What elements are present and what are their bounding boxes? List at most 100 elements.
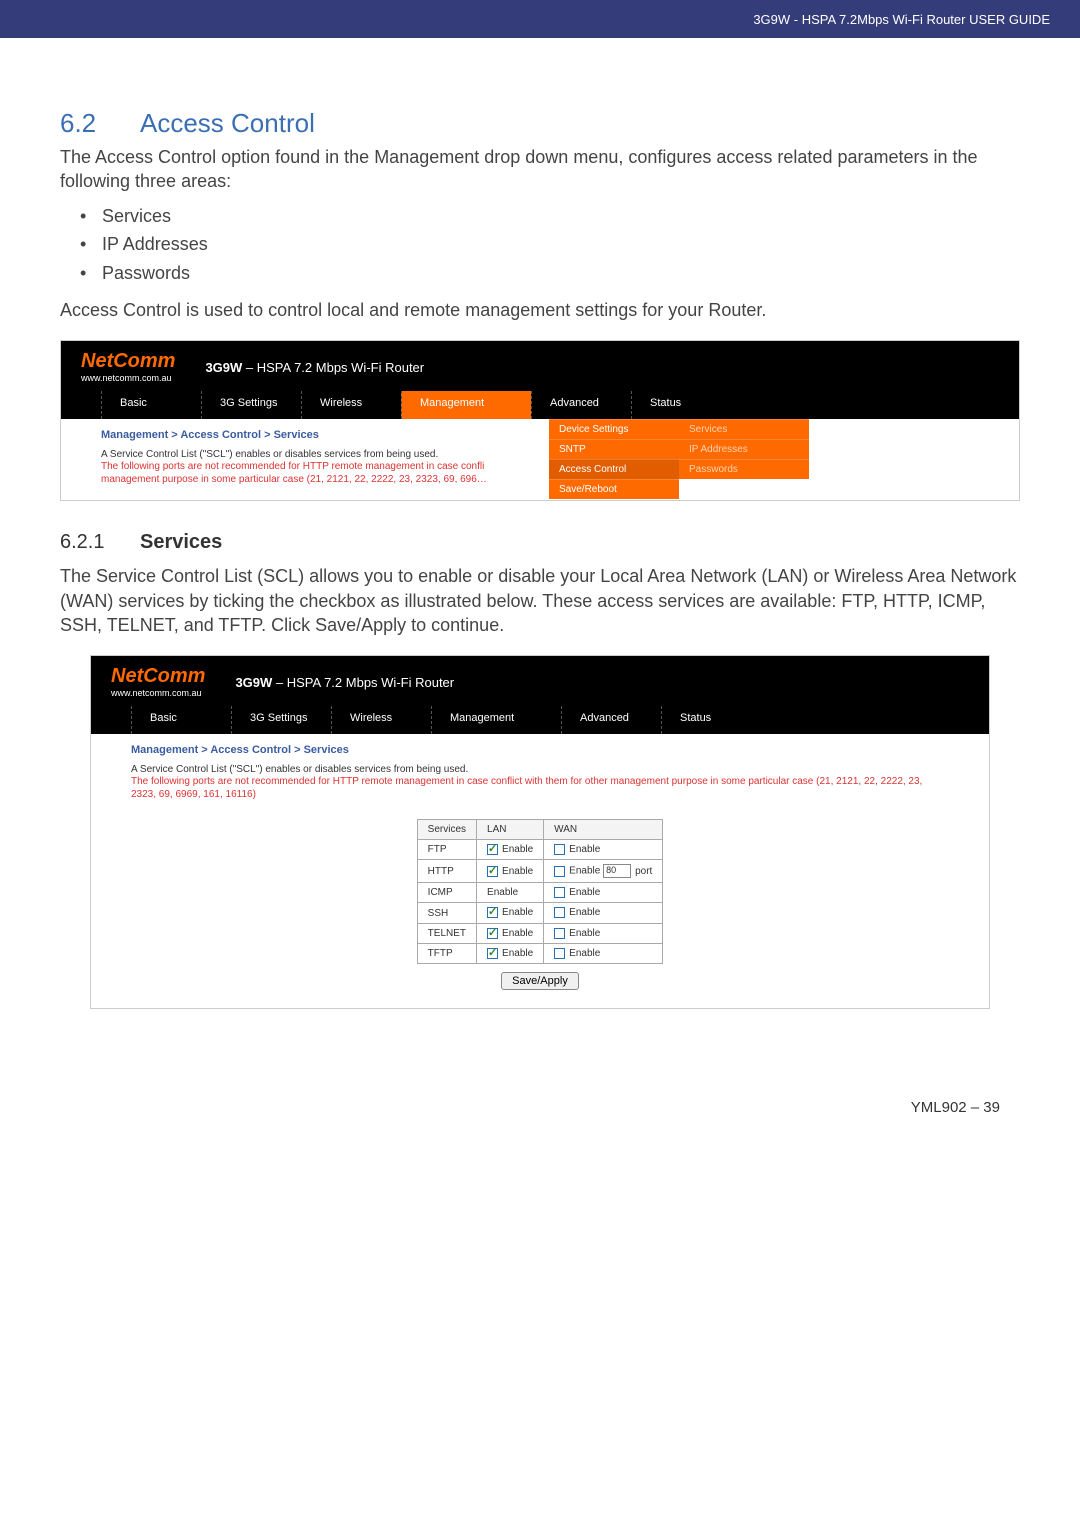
nav-wireless[interactable]: Wireless xyxy=(331,706,431,734)
router-title: 3G9W – HSPA 7.2 Mbps Wi-Fi Router xyxy=(235,675,454,690)
lan-label: Enable xyxy=(502,948,533,959)
table-row: ICMPEnableEnable xyxy=(417,883,663,903)
subsection-heading: 6.2.1Services xyxy=(60,531,1020,554)
lan-checkbox[interactable] xyxy=(487,907,498,918)
bullet-item: Passwords xyxy=(80,259,1020,288)
nav-management[interactable]: Management xyxy=(401,391,531,419)
scl-warning-line2: management purpose in some particular ca… xyxy=(101,473,979,486)
breadcrumb: Management > Access Control > Services xyxy=(101,429,979,441)
service-name: TELNET xyxy=(417,923,476,943)
lan-cell: Enable xyxy=(477,943,544,963)
service-name: HTTP xyxy=(417,860,476,883)
wan-label: Enable xyxy=(569,866,600,877)
lan-checkbox[interactable] xyxy=(487,928,498,939)
dd-services[interactable]: Services xyxy=(679,419,809,439)
wan-cell: Enable 80 port xyxy=(544,860,663,883)
wan-cell: Enable xyxy=(544,923,663,943)
scl-warning: The following ports are not recommended … xyxy=(101,460,979,473)
col-services: Services xyxy=(417,820,476,840)
table-row: FTP Enable Enable xyxy=(417,840,663,860)
wan-checkbox[interactable] xyxy=(554,948,565,959)
router-title: 3G9W – HSPA 7.2 Mbps Wi-Fi Router xyxy=(205,360,424,375)
netcomm-logo: NetComm xyxy=(81,351,175,371)
nav-status[interactable]: Status xyxy=(661,706,761,734)
wan-checkbox[interactable] xyxy=(554,866,565,877)
section-heading: 6.2Access Control xyxy=(60,108,1020,139)
wan-cell: Enable xyxy=(544,883,663,903)
subsection-number: 6.2.1 xyxy=(60,531,140,554)
logo-subtext: www.netcomm.com.au xyxy=(81,373,175,383)
lan-cell: Enable xyxy=(477,903,544,923)
section-intro: The Access Control option found in the M… xyxy=(60,145,1020,194)
nav-status[interactable]: Status xyxy=(631,391,731,419)
wan-checkbox[interactable] xyxy=(554,928,565,939)
guide-header: 3G9W - HSPA 7.2Mbps Wi-Fi Router USER GU… xyxy=(0,0,1080,38)
lan-checkbox[interactable] xyxy=(487,844,498,855)
scl-description: A Service Control List ("SCL") enables o… xyxy=(101,449,979,460)
nav-basic[interactable]: Basic xyxy=(101,391,201,419)
col-lan: LAN xyxy=(477,820,544,840)
table-row: TFTP Enable Enable xyxy=(417,943,663,963)
table-row: SSHEnableEnable xyxy=(417,903,663,923)
wan-label: Enable xyxy=(569,887,600,898)
section-intro2: Access Control is used to control local … xyxy=(60,298,1020,322)
dd-save-reboot[interactable]: Save/Reboot xyxy=(549,479,679,499)
subsection-para: The Service Control List (SCL) allows yo… xyxy=(60,564,1020,637)
router-ui-dropdown: NetComm www.netcomm.com.au 3G9W – HSPA 7… xyxy=(60,340,1020,501)
router-header: NetComm www.netcomm.com.au 3G9W – HSPA 7… xyxy=(61,341,1019,391)
lan-cell: Enable xyxy=(477,923,544,943)
bullet-item: IP Addresses xyxy=(80,230,1020,259)
dd-access-control[interactable]: Access Control xyxy=(549,459,679,479)
wan-label: Enable xyxy=(569,948,600,959)
router-nav: Basic 3G Settings Wireless Management Ad… xyxy=(61,391,1019,419)
nav-basic[interactable]: Basic xyxy=(131,706,231,734)
lan-checkbox[interactable] xyxy=(487,866,498,877)
netcomm-logo: NetComm xyxy=(111,666,205,686)
save-apply-button[interactable]: Save/Apply xyxy=(501,972,579,990)
page-number: YML902 – 39 xyxy=(911,1099,1000,1116)
table-row: HTTP EnableEnable 80 port xyxy=(417,860,663,883)
dd-ip-addresses[interactable]: IP Addresses xyxy=(679,439,809,459)
bullet-list: Services IP Addresses Passwords xyxy=(60,202,1020,288)
section-title-text: Access Control xyxy=(140,108,315,138)
lan-label: Enable xyxy=(502,844,533,855)
wan-cell: Enable xyxy=(544,840,663,860)
lan-cell: Enable xyxy=(477,840,544,860)
nav-3g-settings[interactable]: 3G Settings xyxy=(201,391,301,419)
service-name: ICMP xyxy=(417,883,476,903)
dd-passwords[interactable]: Passwords xyxy=(679,459,809,479)
wan-port-input[interactable]: 80 xyxy=(603,864,631,878)
table-row: TELNET Enable Enable xyxy=(417,923,663,943)
router-header: NetComm www.netcomm.com.au 3G9W – HSPA 7… xyxy=(91,656,989,706)
dd-device-settings[interactable]: Device Settings xyxy=(549,419,679,439)
dd-sntp[interactable]: SNTP xyxy=(549,439,679,459)
wan-cell: Enable xyxy=(544,943,663,963)
router-ui-services: NetComm www.netcomm.com.au 3G9W – HSPA 7… xyxy=(90,655,990,1009)
wan-label: Enable xyxy=(569,844,600,855)
section-number: 6.2 xyxy=(60,108,140,139)
bullet-item: Services xyxy=(80,202,1020,231)
col-wan: WAN xyxy=(544,820,663,840)
wan-port-label: port xyxy=(635,866,652,877)
nav-3g-settings[interactable]: 3G Settings xyxy=(231,706,331,734)
scl-description: A Service Control List ("SCL") enables o… xyxy=(131,764,949,775)
nav-advanced[interactable]: Advanced xyxy=(531,391,631,419)
wan-checkbox[interactable] xyxy=(554,844,565,855)
subsection-title-text: Services xyxy=(140,531,222,553)
lan-label: Enable xyxy=(502,928,533,939)
wan-cell: Enable xyxy=(544,903,663,923)
wan-checkbox[interactable] xyxy=(554,907,565,918)
lan-label: Enable xyxy=(502,908,533,919)
scl-warning: The following ports are not recommended … xyxy=(131,775,949,801)
services-table: Services LAN WAN FTP Enable Enable HTTP Enab… xyxy=(417,819,664,964)
service-name: TFTP xyxy=(417,943,476,963)
nav-wireless[interactable]: Wireless xyxy=(301,391,401,419)
wan-checkbox[interactable] xyxy=(554,887,565,898)
page-footer: YML902 – 39 xyxy=(0,1039,1080,1146)
service-name: FTP xyxy=(417,840,476,860)
lan-checkbox[interactable] xyxy=(487,948,498,959)
nav-management[interactable]: Management xyxy=(431,706,561,734)
wan-label: Enable xyxy=(569,908,600,919)
nav-advanced[interactable]: Advanced xyxy=(561,706,661,734)
management-dropdown: Device Settings SNTP Access Control Save… xyxy=(549,419,679,499)
